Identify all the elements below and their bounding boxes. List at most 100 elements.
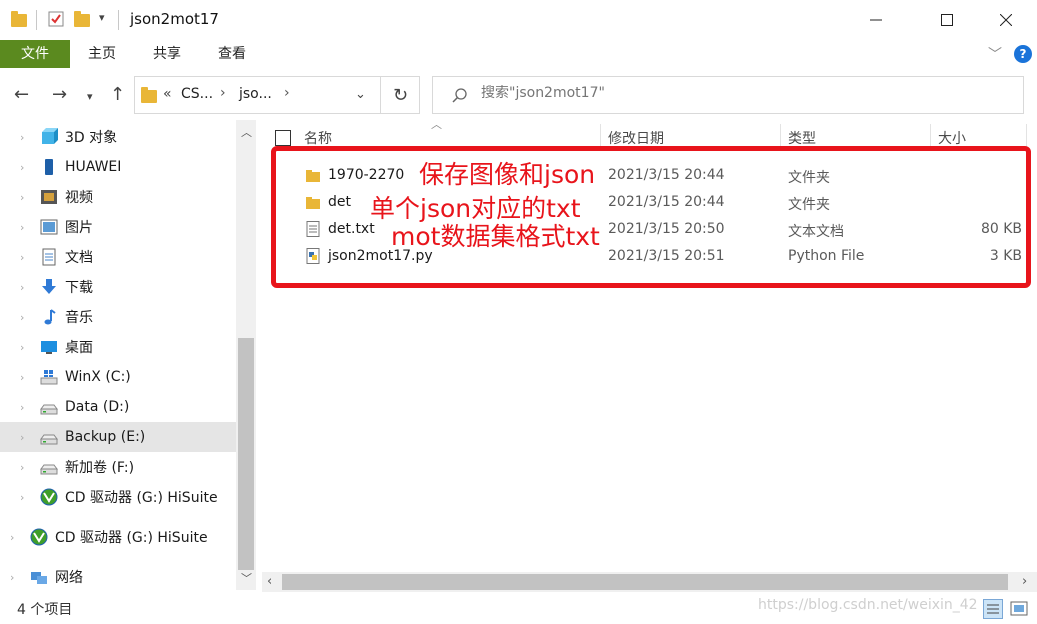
- scroll-down-icon[interactable]: ﹀: [241, 570, 252, 586]
- minimize-button[interactable]: [853, 0, 899, 40]
- nav-item-label: CD 驱动器 (G:) HiSuite: [55, 530, 208, 546]
- nav-item[interactable]: › 音乐: [0, 302, 236, 332]
- tab-file[interactable]: 文件: [0, 40, 70, 68]
- maximize-button[interactable]: [924, 0, 970, 40]
- nav-item-label: 音乐: [65, 310, 93, 326]
- phone-icon: [45, 159, 53, 175]
- nav-item-label: 图片: [65, 220, 93, 236]
- address-overflow[interactable]: «: [163, 86, 172, 102]
- nav-item[interactable]: › 文档: [0, 242, 236, 272]
- chevron-right-icon[interactable]: ›: [20, 401, 24, 414]
- nav-item[interactable]: › 3D 对象: [0, 122, 236, 152]
- refresh-button[interactable]: ↻: [380, 76, 420, 114]
- horizontal-scroll-thumb[interactable]: [282, 574, 1008, 590]
- chevron-right-icon[interactable]: ›: [20, 461, 24, 474]
- search-box[interactable]: [432, 76, 1024, 114]
- column-header-name[interactable]: 名称: [304, 128, 332, 148]
- nav-item-label: Backup (E:): [65, 429, 146, 445]
- nav-item-label: Data (D:): [65, 399, 130, 415]
- ribbon-tabs: 文件 主页 共享 查看 ﹀ ?: [0, 40, 1037, 68]
- search-icon: [452, 88, 467, 103]
- nav-item-label: 新加卷 (F:): [65, 460, 135, 476]
- sort-ascending-icon: ︿: [431, 118, 442, 131]
- column-header-size[interactable]: 大小: [938, 128, 966, 148]
- nav-item-label: 下载: [65, 280, 93, 296]
- qat-separator: [36, 10, 37, 30]
- chevron-right-icon[interactable]: ›: [20, 491, 24, 504]
- nav-item[interactable]: › Backup (E:): [0, 422, 236, 452]
- new-folder-icon[interactable]: [74, 11, 90, 27]
- back-icon[interactable]: ←: [14, 84, 29, 105]
- folder-icon: [141, 87, 157, 103]
- nav-item[interactable]: › WinX (C:): [0, 362, 236, 392]
- network-icon: [31, 572, 47, 584]
- close-icon: [1000, 14, 1012, 26]
- chevron-right-icon[interactable]: ›: [20, 281, 24, 294]
- windows-drive-icon: [40, 370, 58, 385]
- minimize-icon: [870, 19, 882, 21]
- chevron-right-icon[interactable]: ›: [20, 251, 24, 264]
- search-input[interactable]: [481, 85, 1001, 101]
- nav-item[interactable]: › CD 驱动器 (G:) HiSuite: [0, 482, 236, 512]
- nav-item-label: 视频: [65, 190, 93, 206]
- chevron-right-icon[interactable]: ›: [220, 85, 226, 101]
- nav-item-label: HUAWEI: [65, 159, 122, 175]
- chevron-right-icon[interactable]: ›: [20, 371, 24, 384]
- chevron-right-icon[interactable]: ›: [20, 221, 24, 234]
- tab-view[interactable]: 查看: [208, 40, 256, 68]
- forward-icon[interactable]: →: [52, 84, 67, 105]
- properties-icon[interactable]: [48, 11, 64, 27]
- music-icon: [44, 309, 56, 325]
- chevron-right-icon[interactable]: ›: [10, 571, 14, 584]
- cd-drive-icon: [30, 528, 48, 546]
- tab-share[interactable]: 共享: [143, 40, 191, 68]
- qat-dropdown-icon[interactable]: ▾: [99, 11, 105, 24]
- chevron-right-icon[interactable]: ›: [284, 85, 290, 101]
- nav-item[interactable]: › CD 驱动器 (G:) HiSuite: [0, 522, 236, 552]
- video-icon: [41, 190, 57, 204]
- title-bar: ▾ json2mot17: [0, 0, 1037, 40]
- select-all-checkbox[interactable]: [275, 130, 291, 146]
- nav-item[interactable]: › 视频: [0, 182, 236, 212]
- nav-scroll-thumb[interactable]: [238, 338, 254, 570]
- chevron-right-icon[interactable]: ›: [20, 341, 24, 354]
- desktop-icon: [41, 341, 57, 354]
- tab-home[interactable]: 主页: [78, 40, 126, 68]
- chevron-right-icon[interactable]: ›: [20, 191, 24, 204]
- scroll-left-icon[interactable]: ‹: [267, 574, 272, 589]
- recent-dropdown-icon[interactable]: ▾: [87, 90, 93, 103]
- folder-icon: [11, 11, 27, 27]
- details-view-icon[interactable]: [983, 599, 1003, 619]
- scroll-right-icon[interactable]: ›: [1022, 574, 1027, 589]
- close-button[interactable]: [983, 0, 1029, 40]
- nav-item-label: WinX (C:): [65, 369, 131, 385]
- large-icons-view-icon[interactable]: [1009, 599, 1029, 619]
- address-bar[interactable]: « CS... › jso... › ⌄: [134, 76, 420, 114]
- navigation-pane: › 3D 对象 › HUAWEI › 视频 › 图片 › 文档 › 下载 › 音乐 › 桌面 › WinX (C:…: [0, 120, 236, 590]
- chevron-right-icon[interactable]: ›: [20, 311, 24, 324]
- drive-icon: [40, 404, 58, 415]
- nav-item[interactable]: › 图片: [0, 212, 236, 242]
- nav-item[interactable]: › 桌面: [0, 332, 236, 362]
- chevron-right-icon[interactable]: ›: [20, 431, 24, 444]
- drive-icon: [40, 464, 58, 475]
- nav-item[interactable]: › 新加卷 (F:): [0, 452, 236, 482]
- nav-item-label: 桌面: [65, 340, 93, 356]
- breadcrumb-part[interactable]: jso...: [239, 86, 272, 102]
- nav-item[interactable]: › 下载: [0, 272, 236, 302]
- column-header-type[interactable]: 类型: [788, 128, 816, 148]
- nav-item[interactable]: › Data (D:): [0, 392, 236, 422]
- chevron-right-icon[interactable]: ›: [20, 161, 24, 174]
- breadcrumb-part[interactable]: CS...: [181, 86, 213, 102]
- scroll-up-icon[interactable]: ︿: [241, 124, 252, 140]
- address-dropdown-icon[interactable]: ⌄: [355, 87, 366, 102]
- nav-item[interactable]: › 网络: [0, 562, 236, 592]
- help-button[interactable]: ?: [1014, 45, 1032, 63]
- chevron-right-icon[interactable]: ›: [10, 531, 14, 544]
- ribbon-expand-icon[interactable]: ﹀: [988, 44, 1002, 64]
- watermark-text: https://blog.csdn.net/weixin_42: [758, 597, 978, 613]
- nav-item[interactable]: › HUAWEI: [0, 152, 236, 182]
- up-icon[interactable]: ↑: [110, 84, 125, 105]
- chevron-right-icon[interactable]: ›: [20, 131, 24, 144]
- column-header-date[interactable]: 修改日期: [608, 128, 664, 148]
